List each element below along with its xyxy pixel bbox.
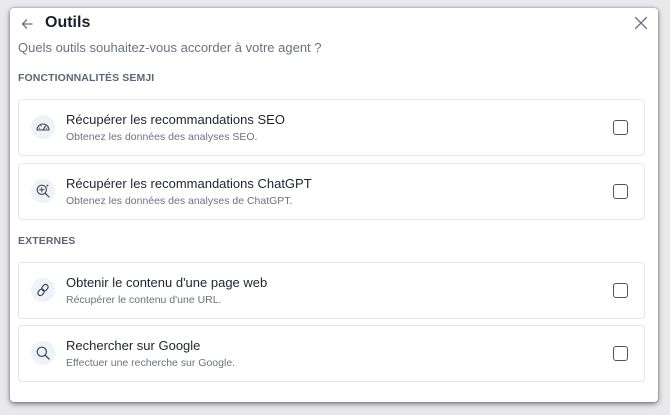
dialog-title: Outils bbox=[45, 14, 91, 31]
tool-description: Obtenez les données des analyses SEO. bbox=[66, 131, 258, 143]
search-icon bbox=[31, 341, 55, 365]
section-label-externes: EXTERNES bbox=[18, 235, 76, 247]
tool-title: Récupérer les recommandations ChatGPT bbox=[66, 176, 312, 191]
tool-card-seo-recommendations[interactable]: Récupérer les recommandations SEO Obtene… bbox=[18, 99, 645, 156]
gauge-icon bbox=[31, 115, 55, 139]
tool-checkbox-seo[interactable] bbox=[613, 120, 628, 135]
dialog-header: Outils bbox=[10, 8, 658, 40]
tool-checkbox-webpage[interactable] bbox=[613, 283, 628, 298]
close-icon[interactable] bbox=[634, 16, 648, 30]
search-sparkle-icon bbox=[31, 179, 55, 203]
tool-description: Obtenez les données des analyses de Chat… bbox=[66, 195, 293, 207]
tool-card-fetch-webpage[interactable]: Obtenir le contenu d'une page web Récupé… bbox=[18, 262, 645, 319]
link-icon bbox=[31, 278, 55, 302]
tool-checkbox-chatgpt[interactable] bbox=[613, 184, 628, 199]
tool-checkbox-google[interactable] bbox=[613, 346, 628, 361]
arrow-left-icon[interactable] bbox=[20, 17, 34, 31]
tool-title: Récupérer les recommandations SEO bbox=[66, 112, 285, 127]
tool-description: Effectuer une recherche sur Google. bbox=[66, 357, 236, 369]
tool-title: Obtenir le contenu d'une page web bbox=[66, 275, 268, 290]
dialog-subtitle: Quels outils souhaitez-vous accorder à v… bbox=[18, 40, 322, 55]
tool-title: Rechercher sur Google bbox=[66, 338, 201, 353]
section-label-semji: FONCTIONNALITÉS SEMJI bbox=[18, 72, 155, 84]
tool-description: Récupérer le contenu d'une URL. bbox=[66, 294, 222, 306]
tools-dialog: Outils Quels outils souhaitez-vous accor… bbox=[10, 8, 658, 402]
tool-card-google-search[interactable]: Rechercher sur Google Effectuer une rech… bbox=[18, 325, 645, 382]
tool-card-chatgpt-recommendations[interactable]: Récupérer les recommandations ChatGPT Ob… bbox=[18, 163, 645, 220]
